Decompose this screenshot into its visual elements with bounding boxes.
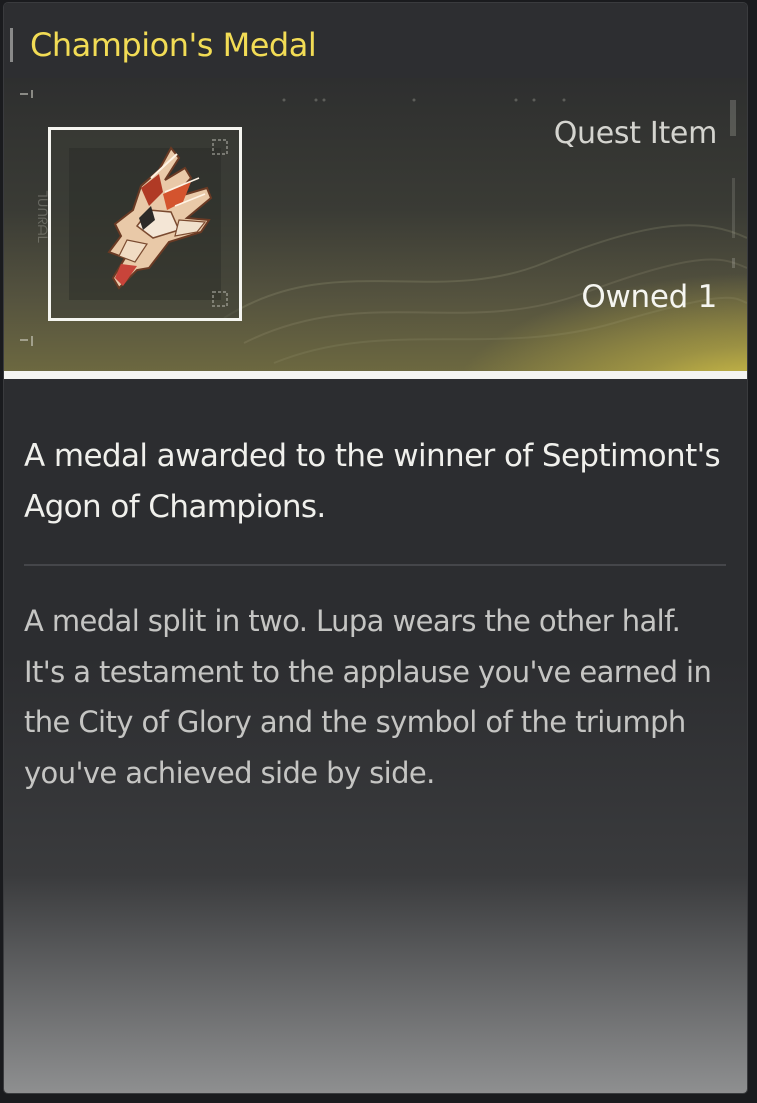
item-description: A medal split in two. Lupa wears the oth… — [24, 596, 734, 798]
owned-value: 1 — [697, 279, 718, 315]
item-summary: A medal awarded to the winner of Septimo… — [24, 438, 721, 525]
hero-underline — [4, 371, 747, 379]
item-detail-panel: Champion's Medal ᒣᑌᑎᖇᗩᒪ Quest Item Owned… — [4, 3, 747, 1093]
icon-side-label: ᒣᑌᑎᖇᗩᒪ — [34, 190, 49, 243]
frame-corner-decoration — [212, 139, 228, 155]
section-divider — [24, 564, 726, 566]
title-bar: Champion's Medal — [4, 3, 747, 78]
owned-label: Owned — [581, 279, 688, 315]
frame-corner-decoration — [212, 291, 228, 307]
owned-count: Owned 1 — [581, 279, 717, 315]
item-icon-frame: ᒣᑌᑎᖇᗩᒪ — [34, 127, 242, 321]
title-accent-bar — [10, 28, 13, 62]
description-paragraph: A medal split in two. Lupa wears the oth… — [24, 604, 681, 638]
item-title: Champion's Medal — [30, 26, 317, 64]
item-type-label: Quest Item — [553, 116, 718, 151]
description-paragraph: It's a testament to the applause you've … — [24, 654, 712, 790]
champions-medal-icon — [107, 146, 213, 290]
